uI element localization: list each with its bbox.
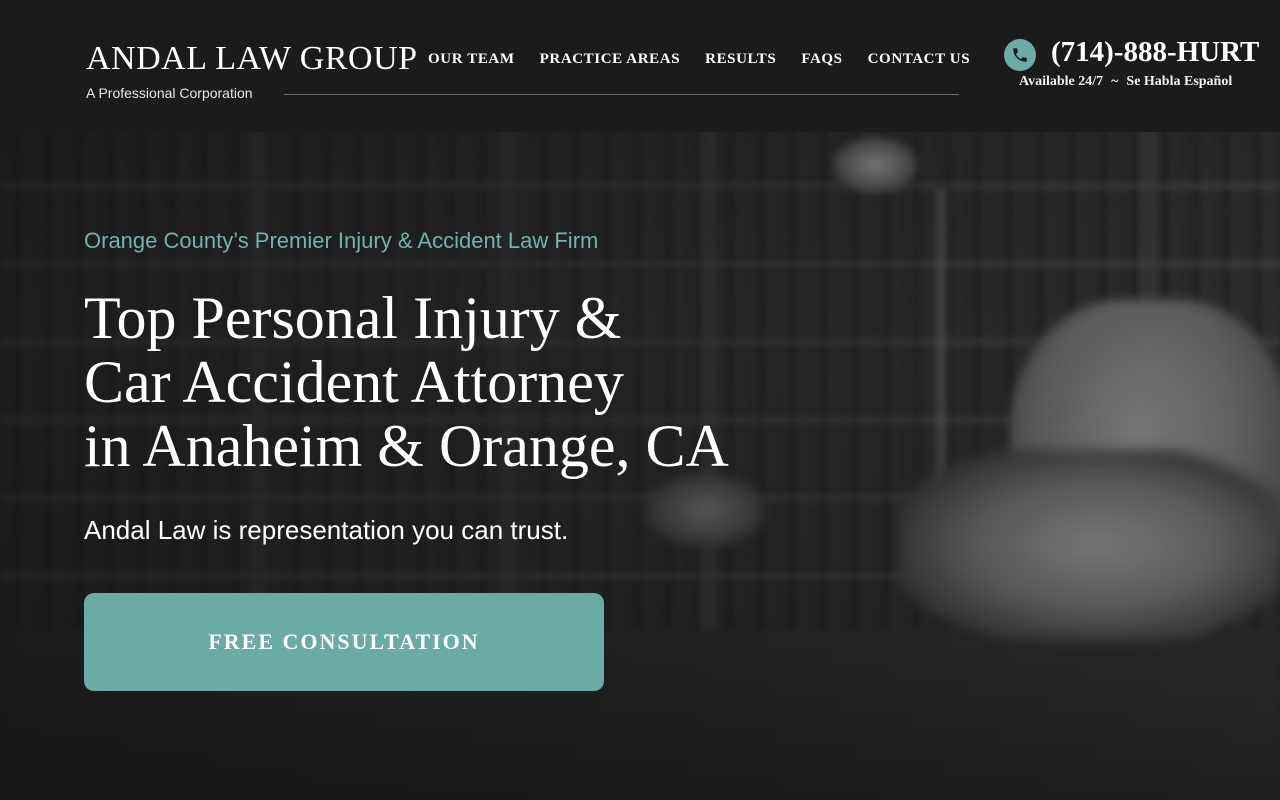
hero-headline: Top Personal Injury & Car Accident Attor… (84, 286, 844, 478)
phone-icon[interactable] (1004, 39, 1036, 71)
nav-practice-areas[interactable]: PRACTICE AREAS (540, 51, 681, 68)
availability-line: Available 24/7 ~ Se Habla Español (1019, 74, 1232, 90)
spanish-text: Se Habla Español (1126, 74, 1233, 89)
phone-glyph (1013, 48, 1027, 62)
hero-subline: Andal Law is representation you can trus… (84, 515, 569, 545)
hero-tagline: Orange County’s Premier Injury & Acciden… (84, 228, 599, 253)
availability-text: Available 24/7 (1019, 74, 1104, 89)
availability-separator: ~ (1111, 74, 1119, 89)
header-divider (284, 94, 959, 95)
nav-results[interactable]: RESULTS (705, 51, 776, 68)
headline-line-3: in Anaheim & Orange, CA (84, 413, 729, 479)
main-nav: OUR TEAM PRACTICE AREAS RESULTS FAQS CON… (428, 51, 970, 68)
nav-faqs[interactable]: FAQS (801, 51, 842, 68)
nav-our-team[interactable]: OUR TEAM (428, 51, 515, 68)
headline-line-2: Car Accident Attorney (84, 349, 624, 415)
logo-subtitle: A Professional Corporation (86, 85, 253, 101)
logo-title[interactable]: ANDAL LAW GROUP (86, 40, 418, 78)
headline-line-1: Top Personal Injury & (84, 285, 622, 351)
nav-contact-us[interactable]: CONTACT US (868, 51, 971, 68)
phone-number-link[interactable]: (714)-888-HURT (1051, 36, 1259, 69)
site-header: ANDAL LAW GROUP A Professional Corporati… (0, 0, 1280, 132)
free-consultation-button[interactable]: FREE CONSULTATION (84, 593, 604, 691)
